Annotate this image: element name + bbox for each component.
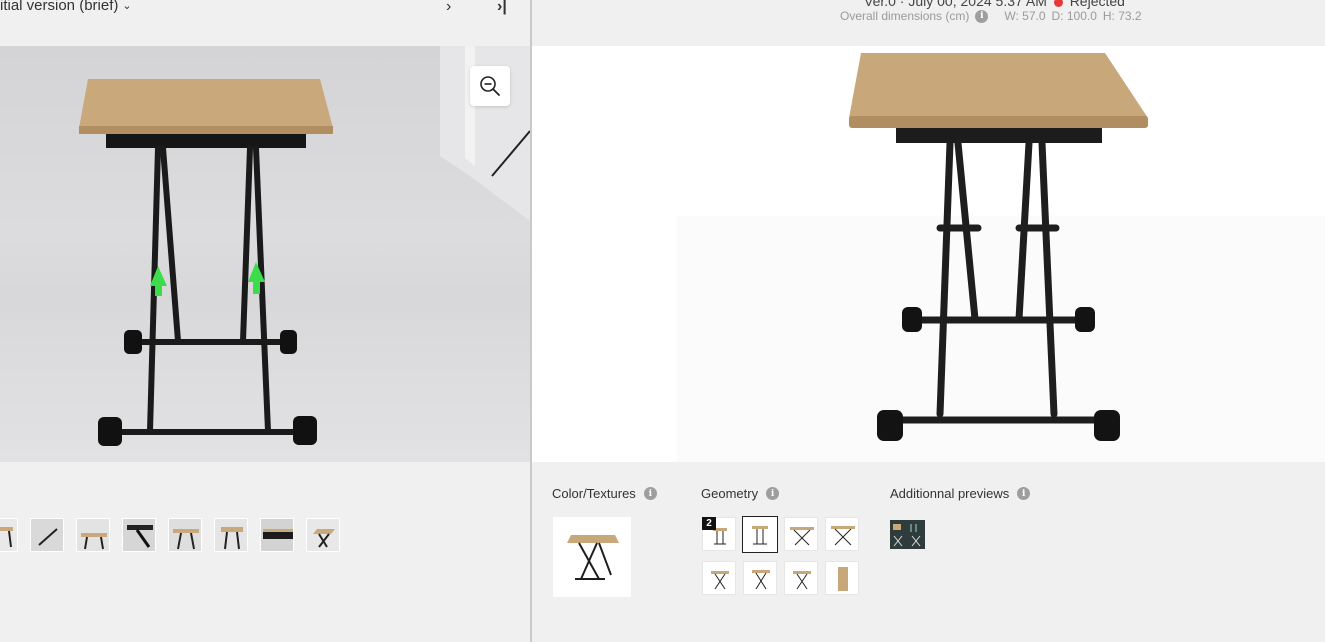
color-textures-section-header: Color/Textures i: [552, 486, 657, 501]
thumbnail[interactable]: [0, 518, 18, 552]
geometry-view-option[interactable]: [825, 561, 859, 595]
next-image-button[interactable]: ›: [446, 0, 451, 16]
dimension-depth: D: 100.0: [1051, 9, 1097, 23]
geometry-count-badge: 2: [702, 517, 716, 530]
info-icon[interactable]: i: [643, 487, 657, 500]
thumbnail[interactable]: [30, 518, 64, 552]
last-image-button[interactable]: ›|: [497, 0, 507, 16]
info-icon[interactable]: i: [975, 9, 989, 23]
info-icon[interactable]: i: [1017, 487, 1031, 500]
zoom-button[interactable]: [470, 66, 510, 106]
version-dropdown[interactable]: itial version (brief) ⌄: [0, 0, 132, 14]
render-pane: Ver.0 · July 00, 2024 5:37 AM Rejected O…: [532, 0, 1325, 642]
render-version-status: Ver.0 · July 00, 2024 5:37 AM Rejected: [864, 0, 1125, 9]
reference-pane: itial version (brief) ⌄ › ›|: [0, 0, 530, 642]
geometry-view-option[interactable]: 2: [702, 517, 736, 551]
additional-preview-thumbnail[interactable]: [890, 520, 925, 549]
reference-photo: [0, 46, 530, 462]
thumbnail[interactable]: [168, 518, 202, 552]
geometry-label: Geometry: [701, 486, 759, 501]
texture-preview-card[interactable]: [553, 517, 631, 597]
dimensions-label: Overall dimensions (cm): [840, 9, 970, 23]
3d-render-image: [677, 53, 1325, 462]
thumbnail[interactable]: [76, 518, 110, 552]
geometry-view-option[interactable]: [743, 561, 777, 595]
status-text: Rejected: [1069, 0, 1125, 9]
zoom-out-icon: [480, 76, 500, 96]
texture-preview-image: [567, 535, 619, 580]
geometry-view-option[interactable]: [784, 561, 818, 595]
3d-render-view[interactable]: [532, 46, 1325, 462]
additional-previews-section-header: Additionnal previews i: [890, 486, 1031, 501]
thumbnail[interactable]: [260, 518, 294, 552]
reference-photo-image: [79, 46, 530, 446]
status-dot-icon: [1053, 0, 1063, 7]
thumbnail[interactable]: [306, 518, 340, 552]
geometry-view-option-selected[interactable]: [742, 516, 778, 553]
dimension-height: H: 73.2: [1102, 9, 1142, 23]
geometry-view-option[interactable]: [702, 561, 736, 595]
skip-to-end-icon: ›|: [497, 0, 507, 15]
chevron-right-icon: ›: [446, 0, 452, 15]
version-text: Ver.0 · July 00, 2024 5:37 AM: [864, 0, 1047, 9]
dimension-width: W: 57.0: [1004, 9, 1046, 23]
chevron-down-icon: ⌄: [122, 0, 132, 12]
geometry-section-header: Geometry i: [701, 486, 780, 501]
additional-previews-label: Additionnal previews: [890, 486, 1010, 501]
geometry-view-option[interactable]: [825, 517, 859, 551]
thumbnail[interactable]: [214, 518, 248, 552]
color-textures-label: Color/Textures: [552, 486, 636, 501]
geometry-view-option[interactable]: [784, 517, 818, 551]
version-dropdown-label: itial version (brief): [0, 0, 119, 14]
thumbnail[interactable]: [122, 518, 156, 552]
overall-dimensions: Overall dimensions (cm) i W: 57.0 D: 100…: [840, 9, 1142, 23]
info-icon[interactable]: i: [766, 487, 780, 500]
